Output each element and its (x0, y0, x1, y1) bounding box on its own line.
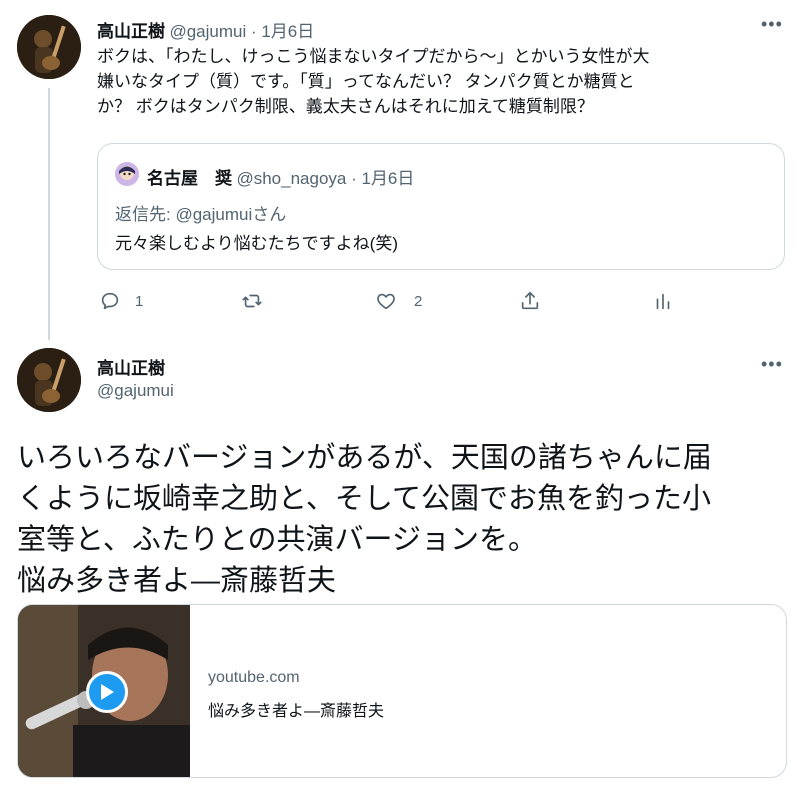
retweet-icon (242, 294, 262, 308)
tweet-text-line: 室等と、ふたりとの共演バージョンを。 (17, 524, 537, 556)
reply-to-label: 返信先: @gajumuiさん (115, 205, 287, 224)
tweet-text-line: か？ ボクはタンパク制限、義太夫さんはそれに加えて糖質制限？ (97, 97, 594, 116)
more-icon[interactable]: ••• (761, 354, 783, 375)
tweet-text-line: いろいろなバージョンがあるが、天国の諸ちゃんに届 (17, 442, 712, 474)
analytics-button[interactable] (652, 290, 674, 312)
quoted-tweet[interactable]: 名古屋 奨 @sho_nagoya · 1月6日 返信先: @gajumuiさん… (97, 143, 785, 270)
quote-handle-date: @sho_nagoya · 1月6日 (236, 169, 415, 188)
quote-author-name: 名古屋 奨 (147, 169, 232, 188)
share-icon (521, 291, 539, 310)
tweet-text-line: ボクは、「わたし、けっこう悩まないタイプだから～」とかいう女性が大 (97, 47, 650, 66)
link-card[interactable]: youtube.com 悩み多き者よ—斎藤哲夫 (17, 604, 787, 778)
retweet-button[interactable] (241, 290, 263, 312)
tweet-text: ボクは、「わたし、けっこう悩まないタイプだから～」とかいう女性が大 嫌いなタイプ… (97, 44, 787, 119)
link-domain: youtube.com (208, 669, 300, 686)
like-icon (377, 293, 395, 310)
tweet-text-line: 悩み多き者よ—斎藤哲夫 (17, 565, 337, 597)
reply-icon (101, 292, 119, 310)
tweet-text-line: くように坂崎幸之助と、そして公園でお魚を釣った小 (17, 483, 711, 515)
author-name[interactable]: 高山正樹 (97, 354, 165, 379)
handle-date[interactable]: @gajumui · 1月6日 (169, 22, 314, 41)
link-title: 悩み多き者よ—斎藤哲夫 (208, 703, 385, 720)
quote-text: 元々楽しむより悩むたちですよね(笑) (115, 234, 398, 253)
share-button[interactable] (519, 290, 541, 312)
quote-header: 名古屋 奨 @sho_nagoya · 1月6日 (147, 164, 414, 189)
author-handle[interactable]: @gajumui (97, 381, 174, 401)
video-thumbnail[interactable] (18, 605, 190, 777)
reply-count: 1 (135, 292, 144, 310)
more-icon[interactable]: ••• (761, 14, 783, 35)
avatar[interactable] (17, 348, 81, 412)
avatar[interactable] (17, 15, 81, 79)
quote-avatar (115, 162, 139, 186)
thread-line (48, 88, 50, 340)
analytics-icon (656, 293, 670, 310)
tweet-header: 高山正樹 @gajumui · 1月6日 (97, 17, 314, 42)
like-button[interactable]: 2 (375, 290, 422, 312)
play-icon[interactable] (86, 671, 128, 713)
tweet-text-line: 嫌いなタイプ（質）です。「質」ってなんだい？ タンパク質とか糖質と (97, 72, 635, 91)
reply-button[interactable]: 1 (99, 290, 143, 312)
author-name[interactable]: 高山正樹 (97, 22, 165, 41)
tweet-text: いろいろなバージョンがあるが、天国の諸ちゃんに届 くように坂崎幸之助と、そして公… (17, 438, 787, 602)
like-count: 2 (414, 292, 423, 310)
